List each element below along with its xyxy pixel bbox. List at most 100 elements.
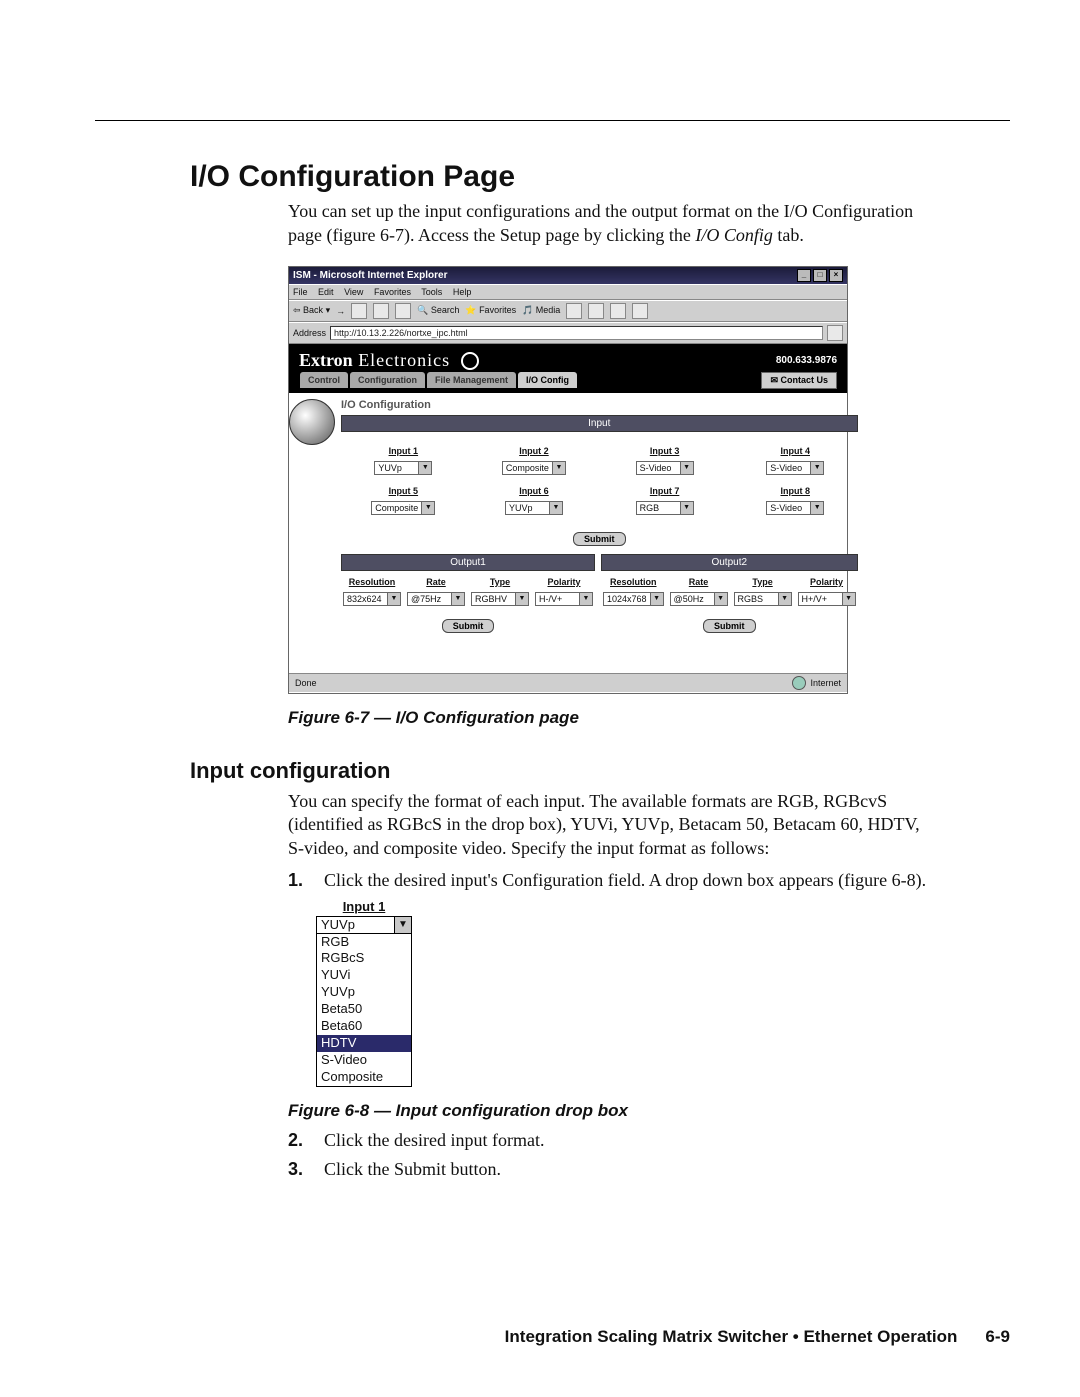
status-zone-label: Internet: [810, 678, 841, 688]
history-icon[interactable]: [566, 303, 582, 319]
output2-submit-button[interactable]: Submit: [703, 619, 756, 633]
input-4-select[interactable]: S-Video▼: [766, 461, 824, 475]
out2-rate-value: @50Hz: [671, 594, 714, 604]
main-panel: I/O Configuration Input Input 1 YUVp▼ In…: [335, 393, 868, 673]
home-icon[interactable]: [395, 303, 411, 319]
edit-icon[interactable]: [632, 303, 648, 319]
input-8-label: Input 8: [737, 486, 854, 496]
url-field[interactable]: http://10.13.2.226/nortxe_ipc.html: [330, 326, 823, 340]
out1-res-label: Resolution: [343, 577, 401, 587]
out1-pol-value: H-/V+: [536, 594, 579, 604]
print-icon[interactable]: [610, 303, 626, 319]
back-label: Back: [303, 305, 323, 315]
menu-tools[interactable]: Tools: [421, 287, 442, 297]
media-label: Media: [536, 305, 561, 315]
dropbox-selected: YUVp: [317, 917, 394, 933]
input-3-select[interactable]: S-Video▼: [636, 461, 694, 475]
chevron-down-icon: ▼: [714, 593, 727, 605]
footer-page-number: 6-9: [985, 1327, 1010, 1347]
brand-bold: Extron: [299, 350, 353, 370]
input-5-select[interactable]: Composite▼: [371, 501, 435, 515]
refresh-icon[interactable]: [373, 303, 389, 319]
out2-pol-select[interactable]: H+/V+▼: [798, 592, 856, 606]
out1-pol-select[interactable]: H-/V+▼: [535, 592, 593, 606]
input-1-select[interactable]: YUVp▼: [374, 461, 432, 475]
search-button[interactable]: 🔍 Search: [417, 305, 459, 316]
dropbox-option-composite[interactable]: Composite: [317, 1069, 411, 1086]
menu-edit[interactable]: Edit: [318, 287, 334, 297]
extron-header: Extron Electronics 800.633.9876: [289, 344, 847, 371]
chevron-down-icon: ▼: [418, 462, 431, 474]
out1-rate-select[interactable]: @75Hz▼: [407, 592, 465, 606]
input-3-label: Input 3: [606, 446, 723, 456]
tab-file-management[interactable]: File Management: [426, 371, 517, 389]
minimize-icon[interactable]: _: [797, 269, 811, 282]
tab-configuration[interactable]: Configuration: [349, 371, 426, 389]
out2-type-select[interactable]: RGBS▼: [734, 592, 792, 606]
step-3-text: Click the Submit button.: [324, 1158, 501, 1182]
dropbox-option-hdtv[interactable]: HDTV: [317, 1035, 411, 1052]
dropbox-option-beta50[interactable]: Beta50: [317, 1001, 411, 1018]
input-7-select[interactable]: RGB▼: [636, 501, 694, 515]
close-icon[interactable]: ×: [829, 269, 843, 282]
output1-banner: Output1: [341, 554, 595, 571]
tab-control[interactable]: Control: [299, 371, 349, 389]
input-cell-8: Input 8 S-Video▼: [737, 486, 854, 516]
out2-rate-select[interactable]: @50Hz▼: [670, 592, 728, 606]
window-controls: _ □ ×: [797, 269, 843, 282]
chevron-down-icon: ▼: [810, 502, 823, 514]
stop-icon[interactable]: [351, 303, 367, 319]
out2-pol-value: H+/V+: [799, 594, 842, 604]
dropbox-option-rgb[interactable]: RGB: [317, 934, 411, 951]
input-submit-button[interactable]: Submit: [573, 532, 626, 546]
dropbox-option-yuvp[interactable]: YUVp: [317, 984, 411, 1001]
input-7-value: RGB: [637, 503, 680, 513]
menu-favorites[interactable]: Favorites: [374, 287, 411, 297]
section-title: I/O Configuration: [341, 399, 858, 411]
back-button[interactable]: ⇦ Back ▾: [293, 305, 330, 316]
chevron-down-icon: ▼: [515, 593, 528, 605]
input-6-select[interactable]: YUVp▼: [505, 501, 563, 515]
internet-zone-icon: [792, 676, 806, 690]
output1-submit-button[interactable]: Submit: [442, 619, 495, 633]
step-2-text: Click the desired input format.: [324, 1129, 544, 1153]
mail-icon[interactable]: [588, 303, 604, 319]
chevron-down-icon: ▼: [451, 593, 464, 605]
input-5-value: Composite: [372, 503, 421, 513]
forward-button[interactable]: →: [336, 306, 345, 316]
tab-io-config[interactable]: I/O Config: [517, 371, 578, 389]
out1-rate-value: @75Hz: [408, 594, 451, 604]
go-icon[interactable]: [827, 325, 843, 341]
contact-us-button[interactable]: ✉ Contact Us: [761, 372, 837, 389]
dropbox-option-beta60[interactable]: Beta60: [317, 1018, 411, 1035]
menu-view[interactable]: View: [344, 287, 363, 297]
chevron-down-icon: ▼: [680, 502, 693, 514]
dropbox-option-list: RGB RGBcS YUVi YUVp Beta50 Beta60 HDTV S…: [316, 934, 412, 1087]
dropbox-option-yuvi[interactable]: YUVi: [317, 967, 411, 984]
out1-res-select[interactable]: 832x624▼: [343, 592, 401, 606]
input-2-select[interactable]: Composite▼: [502, 461, 566, 475]
step-list-2: 2.Click the desired input format. 3. Cli…: [288, 1129, 928, 1183]
out1-res-value: 832x624: [344, 594, 387, 604]
out2-res-select[interactable]: 1024x768▼: [603, 592, 664, 606]
input-banner: Input: [341, 415, 858, 432]
dropbox-option-rgbcs[interactable]: RGBcS: [317, 950, 411, 967]
chevron-down-icon: ▼: [387, 593, 400, 605]
sidebar: [289, 393, 335, 673]
menu-help[interactable]: Help: [453, 287, 472, 297]
favorites-button[interactable]: ⭐ Favorites: [465, 305, 516, 316]
input-8-select[interactable]: S-Video▼: [766, 501, 824, 515]
dropbox-option-svideo[interactable]: S-Video: [317, 1052, 411, 1069]
menu-file[interactable]: File: [293, 287, 308, 297]
maximize-icon[interactable]: □: [813, 269, 827, 282]
input-2-label: Input 2: [476, 446, 593, 456]
out2-rate-label: Rate: [670, 577, 728, 587]
dropbox-select[interactable]: YUVp ▼: [316, 916, 412, 934]
out1-type-select[interactable]: RGBHV▼: [471, 592, 529, 606]
input-cell-4: Input 4 S-Video▼: [737, 446, 854, 476]
out1-type-label: Type: [471, 577, 529, 587]
page-footer: Integration Scaling Matrix Switcher • Et…: [0, 1327, 1010, 1347]
media-button[interactable]: 🎵 Media: [522, 305, 560, 316]
brand-rest: Electronics: [353, 350, 450, 370]
ie-address-bar: Address http://10.13.2.226/nortxe_ipc.ht…: [289, 322, 847, 344]
